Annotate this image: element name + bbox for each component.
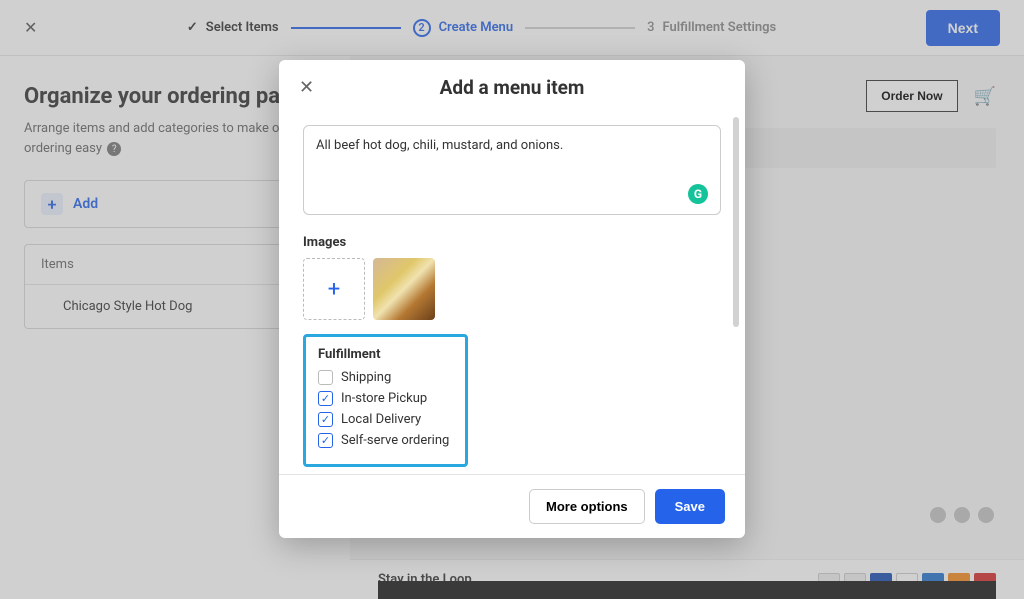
add-menu-item-modal: ✕ Add a menu item All beef hot dog, chil… bbox=[279, 60, 745, 538]
scrollbar[interactable] bbox=[733, 117, 739, 327]
checkbox-self-serve[interactable]: ✓ Self-serve ordering bbox=[318, 433, 453, 448]
checkbox-label: Self-serve ordering bbox=[341, 433, 449, 448]
close-icon[interactable]: ✕ bbox=[299, 77, 314, 98]
checkbox-local-delivery[interactable]: ✓ Local Delivery bbox=[318, 412, 453, 427]
save-button[interactable]: Save bbox=[655, 489, 725, 524]
checkbox-pickup[interactable]: ✓ In-store Pickup bbox=[318, 391, 453, 406]
checkbox-icon: ✓ bbox=[318, 433, 333, 448]
more-options-button[interactable]: More options bbox=[529, 489, 645, 524]
checkbox-icon bbox=[318, 370, 333, 385]
images-label: Images bbox=[303, 235, 721, 250]
checkbox-icon: ✓ bbox=[318, 412, 333, 427]
add-image-button[interactable]: + bbox=[303, 258, 365, 320]
fulfillment-label: Fulfillment bbox=[318, 347, 453, 362]
description-text: All beef hot dog, chili, mustard, and on… bbox=[316, 138, 563, 153]
modal-title: Add a menu item bbox=[299, 76, 725, 99]
description-label-clipped bbox=[303, 115, 721, 119]
checkbox-icon: ✓ bbox=[318, 391, 333, 406]
image-thumbnail[interactable] bbox=[373, 258, 435, 320]
checkbox-shipping[interactable]: Shipping bbox=[318, 370, 453, 385]
checkbox-label: Shipping bbox=[341, 370, 391, 385]
checkbox-label: Local Delivery bbox=[341, 412, 421, 427]
checkbox-label: In-store Pickup bbox=[341, 391, 427, 406]
fulfillment-section-highlight: Fulfillment Shipping ✓ In-store Pickup ✓… bbox=[303, 334, 468, 467]
description-input[interactable]: All beef hot dog, chili, mustard, and on… bbox=[303, 125, 721, 215]
grammarly-icon[interactable]: G bbox=[688, 184, 708, 204]
